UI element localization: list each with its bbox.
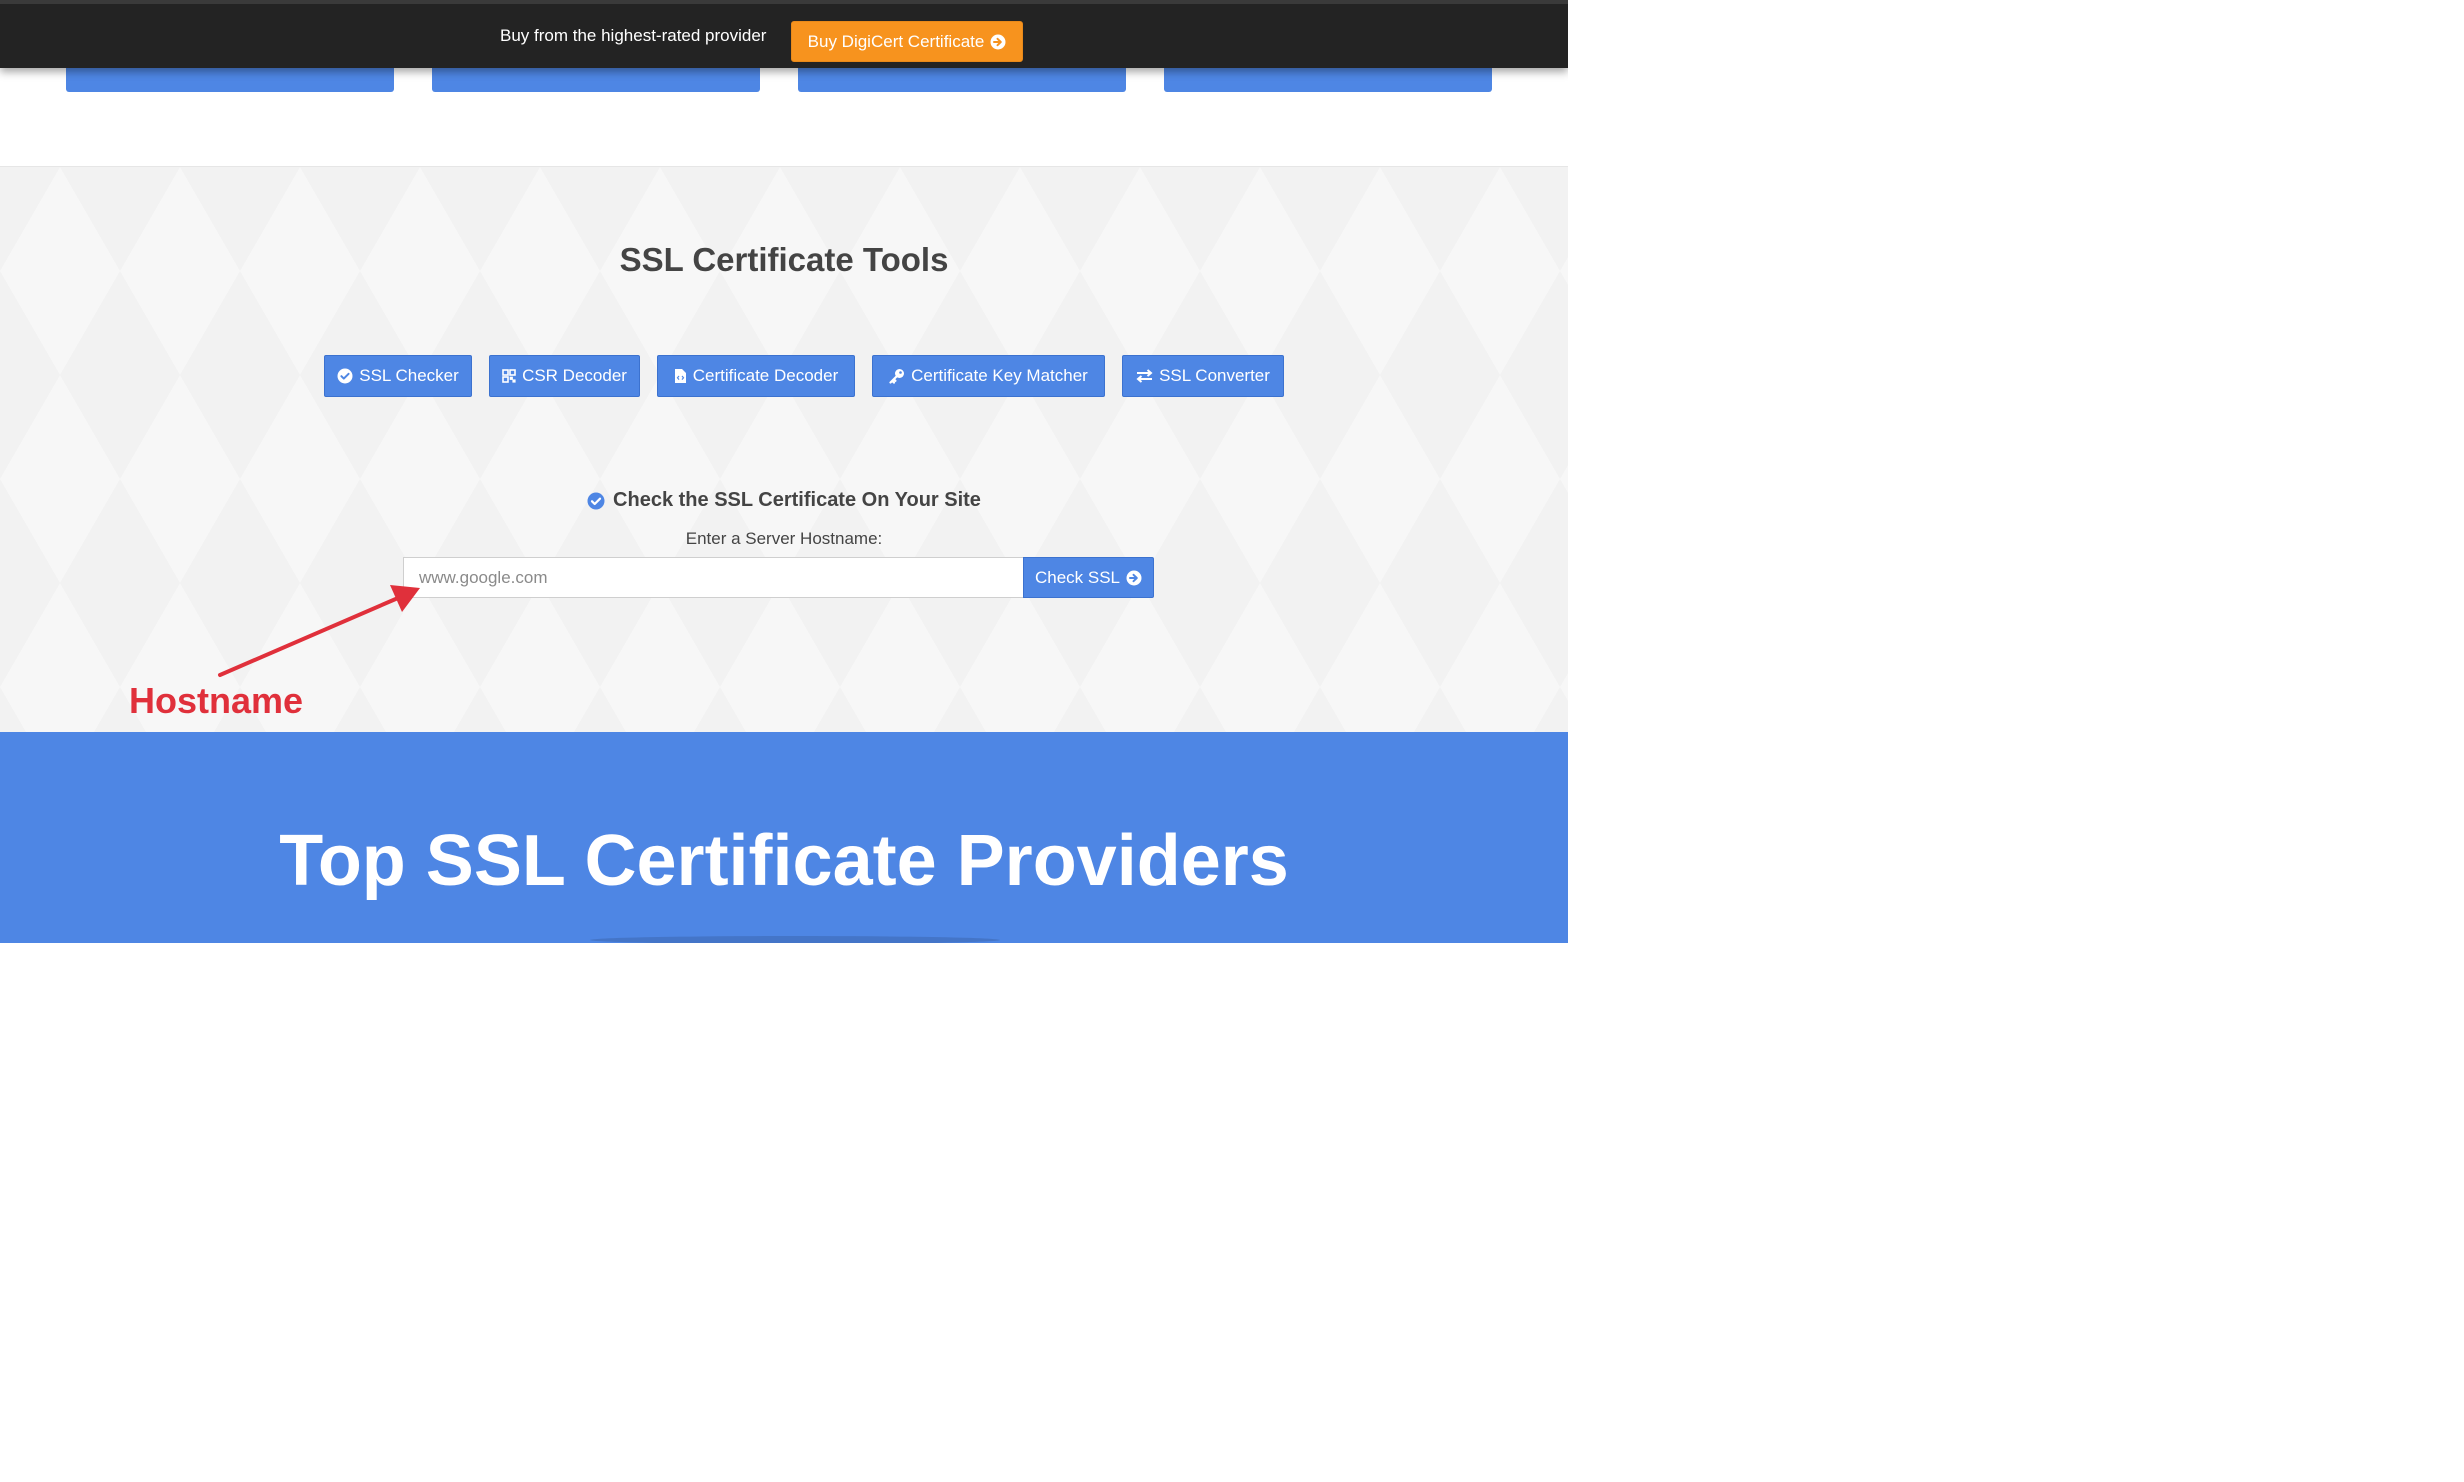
certificate-key-matcher-label: Certificate Key Matcher [911, 366, 1088, 385]
certificate-decoder-label: Certificate Decoder [692, 366, 839, 385]
csr-decoder-button[interactable]: CSR Decoder [489, 355, 640, 397]
check-circle-icon [587, 492, 605, 510]
certificate-key-matcher-button[interactable]: Certificate Key Matcher [872, 355, 1105, 397]
check-ssl-button[interactable]: Check SSL [1023, 557, 1154, 598]
arrow-circle-right-icon [990, 34, 1006, 50]
section-shadow [590, 936, 1000, 943]
ssl-checker-label: SSL Checker [359, 366, 459, 385]
certificate-decoder-button[interactable]: Certificate Decoder [657, 355, 855, 397]
annotation-label: Hostname [129, 680, 304, 721]
checker-heading-text: Check the SSL Certificate On Your Site [613, 489, 981, 511]
providers-title: Top SSL Certificate Providers [279, 821, 1289, 901]
exchange-icon [1136, 369, 1153, 383]
section-title: SSL Certificate Tools [619, 241, 949, 278]
key-icon [889, 368, 905, 384]
promo-text: Buy from the highest-rated provider [500, 26, 767, 45]
ssl-tools-section: SSL Certificate Tools SSL Checker CSR De… [0, 166, 1568, 732]
checker-heading: Check the SSL Certificate On Your Site [0, 489, 1568, 512]
promo-bar: Buy from the highest-rated provider Buy … [0, 0, 1568, 68]
file-code-icon [674, 368, 687, 384]
qrcode-icon [502, 369, 516, 383]
providers-section: Top SSL Certificate Providers [0, 732, 1568, 943]
csr-decoder-label: CSR Decoder [522, 366, 627, 385]
hostname-input[interactable] [403, 557, 1024, 598]
arrow-circle-right-icon [1126, 570, 1142, 586]
check-ssl-label: Check SSL [1034, 567, 1121, 587]
ssl-converter-button[interactable]: SSL Converter [1122, 355, 1284, 397]
ssl-checker-button[interactable]: SSL Checker [324, 355, 472, 397]
buy-digicert-label: Buy DigiCert Certificate [807, 31, 985, 51]
buy-digicert-button[interactable]: Buy DigiCert Certificate [791, 21, 1023, 62]
check-circle-icon [337, 368, 353, 384]
page: Buy from the highest-rated provider Buy … [0, 0, 1568, 943]
hostname-label: Enter a Server Hostname: [685, 529, 883, 548]
ssl-converter-label: SSL Converter [1159, 366, 1270, 385]
